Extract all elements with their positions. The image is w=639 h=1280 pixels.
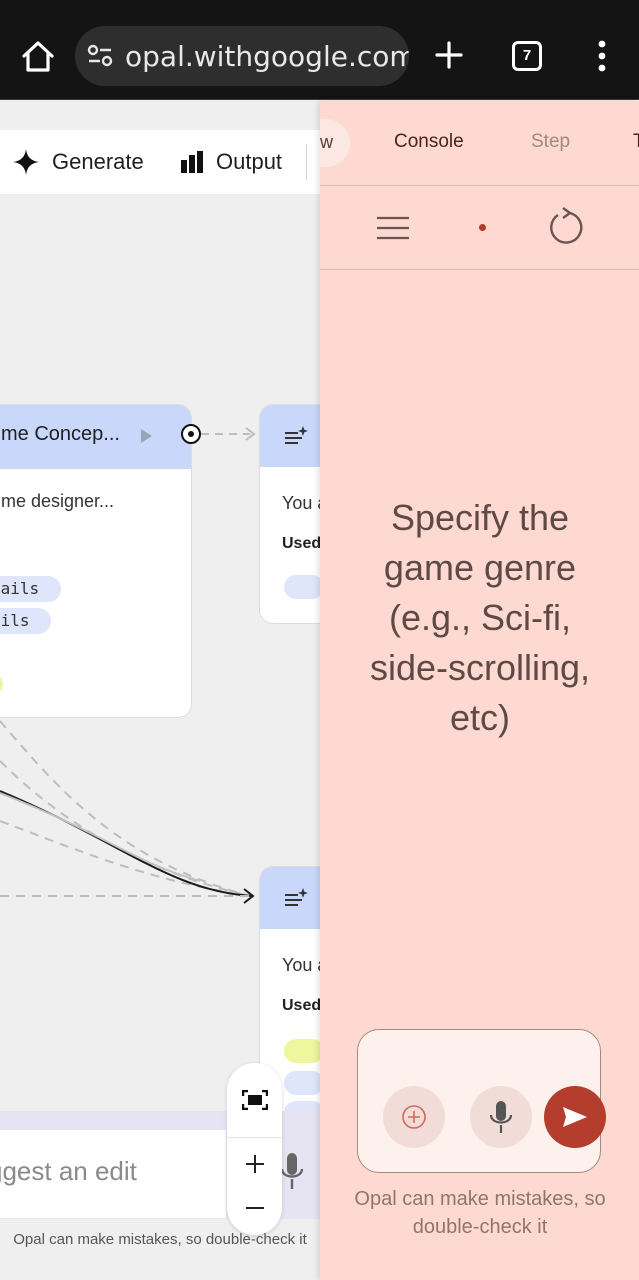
console-prompt: Specify the game genre (e.g., Sci-fi, si… bbox=[369, 497, 591, 738]
zoom-divider bbox=[227, 1137, 282, 1138]
tabs-icon[interactable]: 7 bbox=[512, 41, 542, 71]
node-used-label: Used bbox=[282, 997, 320, 1014]
home-icon[interactable] bbox=[18, 36, 58, 76]
tab-count: 7 bbox=[522, 47, 532, 64]
output-button[interactable]: Output bbox=[180, 130, 282, 194]
node-header bbox=[260, 405, 320, 467]
plus-icon[interactable] bbox=[434, 40, 464, 70]
plus-icon bbox=[245, 1155, 264, 1173]
node-input-chip[interactable] bbox=[284, 575, 320, 599]
send-icon bbox=[563, 1107, 587, 1127]
output-icon bbox=[181, 151, 203, 173]
add-circle-icon bbox=[402, 1105, 426, 1129]
node-chip-yellow[interactable] bbox=[0, 673, 3, 695]
node-generate-top[interactable]: You a Used bbox=[259, 404, 320, 624]
editor-toolbar: Generate Output bbox=[0, 130, 320, 194]
play-icon[interactable] bbox=[141, 429, 152, 443]
node-header: me Concep... bbox=[0, 405, 191, 469]
text-generate-icon bbox=[285, 888, 308, 906]
console-disclaimer: Opal can make mistakes, so double-check … bbox=[354, 1188, 606, 1238]
zoom-out-button[interactable] bbox=[227, 1183, 282, 1233]
menu-icon[interactable] bbox=[376, 216, 410, 240]
node-input-chip[interactable] bbox=[284, 1071, 320, 1095]
zoom-in-button[interactable] bbox=[227, 1139, 282, 1189]
voice-input-button[interactable] bbox=[470, 1086, 532, 1148]
mic-icon bbox=[489, 1101, 513, 1133]
node-chip[interactable]: ails bbox=[0, 608, 51, 634]
fit-screen-icon bbox=[241, 1090, 268, 1110]
output-label: Output bbox=[216, 149, 283, 174]
tab-console[interactable]: Console bbox=[394, 131, 464, 153]
tabs-divider bbox=[320, 185, 639, 186]
node-prompt-preview: You a bbox=[282, 955, 320, 975]
status-dot-icon bbox=[479, 224, 486, 231]
node-input-chip[interactable] bbox=[284, 1039, 320, 1063]
node-used-label: Used bbox=[282, 535, 320, 552]
url-text[interactable]: opal.withgoogle.com/ bbox=[125, 40, 409, 73]
node-header bbox=[260, 867, 320, 929]
node-description: me designer... bbox=[1, 491, 115, 511]
address-bar[interactable]: opal.withgoogle.com/ bbox=[75, 26, 409, 86]
text-generate-icon bbox=[285, 426, 308, 444]
fit-view-button[interactable] bbox=[227, 1075, 282, 1125]
edit-disclaimer: Opal can make mistakes, so double-check … bbox=[13, 1231, 307, 1248]
mic-icon[interactable] bbox=[279, 1151, 305, 1191]
console-input-card[interactable] bbox=[357, 1029, 606, 1173]
zoom-controls bbox=[227, 1063, 282, 1235]
generate-button[interactable]: Generate bbox=[12, 130, 144, 194]
suggest-edit-input[interactable]: ggest an edit bbox=[0, 1130, 226, 1218]
site-settings-icon[interactable] bbox=[87, 44, 113, 68]
node-prompt-preview: You a bbox=[282, 493, 320, 513]
more-vert-icon[interactable] bbox=[590, 40, 614, 72]
tab-preview[interactable]: w bbox=[320, 119, 350, 167]
tab-step[interactable]: Step bbox=[531, 131, 570, 153]
node-title: me Concep... bbox=[1, 423, 120, 445]
node-chip[interactable]: tails bbox=[0, 576, 61, 602]
node-game-concept[interactable]: me Concep... me designer... tails ails bbox=[0, 404, 192, 718]
suggest-edit-placeholder: ggest an edit bbox=[0, 1156, 137, 1186]
browser-toolbar: opal.withgoogle.com/ 7 bbox=[0, 0, 639, 100]
tab-next[interactable]: T bbox=[633, 131, 639, 153]
reload-icon[interactable] bbox=[546, 207, 584, 247]
toolbar-divider bbox=[306, 144, 307, 180]
flow-canvas[interactable]: Generate Output me Concep... me designer… bbox=[0, 101, 320, 1280]
tab-preview-label: w bbox=[320, 132, 333, 152]
add-attachment-button[interactable] bbox=[383, 1086, 445, 1148]
console-panel: w Console Step T Specify the game genre … bbox=[320, 101, 639, 1280]
controls-divider bbox=[320, 269, 639, 270]
sparkle-icon bbox=[13, 149, 39, 175]
minus-icon bbox=[245, 1207, 264, 1209]
generate-label: Generate bbox=[52, 149, 144, 174]
send-button[interactable] bbox=[544, 1086, 606, 1148]
output-port-icon[interactable] bbox=[181, 424, 201, 444]
